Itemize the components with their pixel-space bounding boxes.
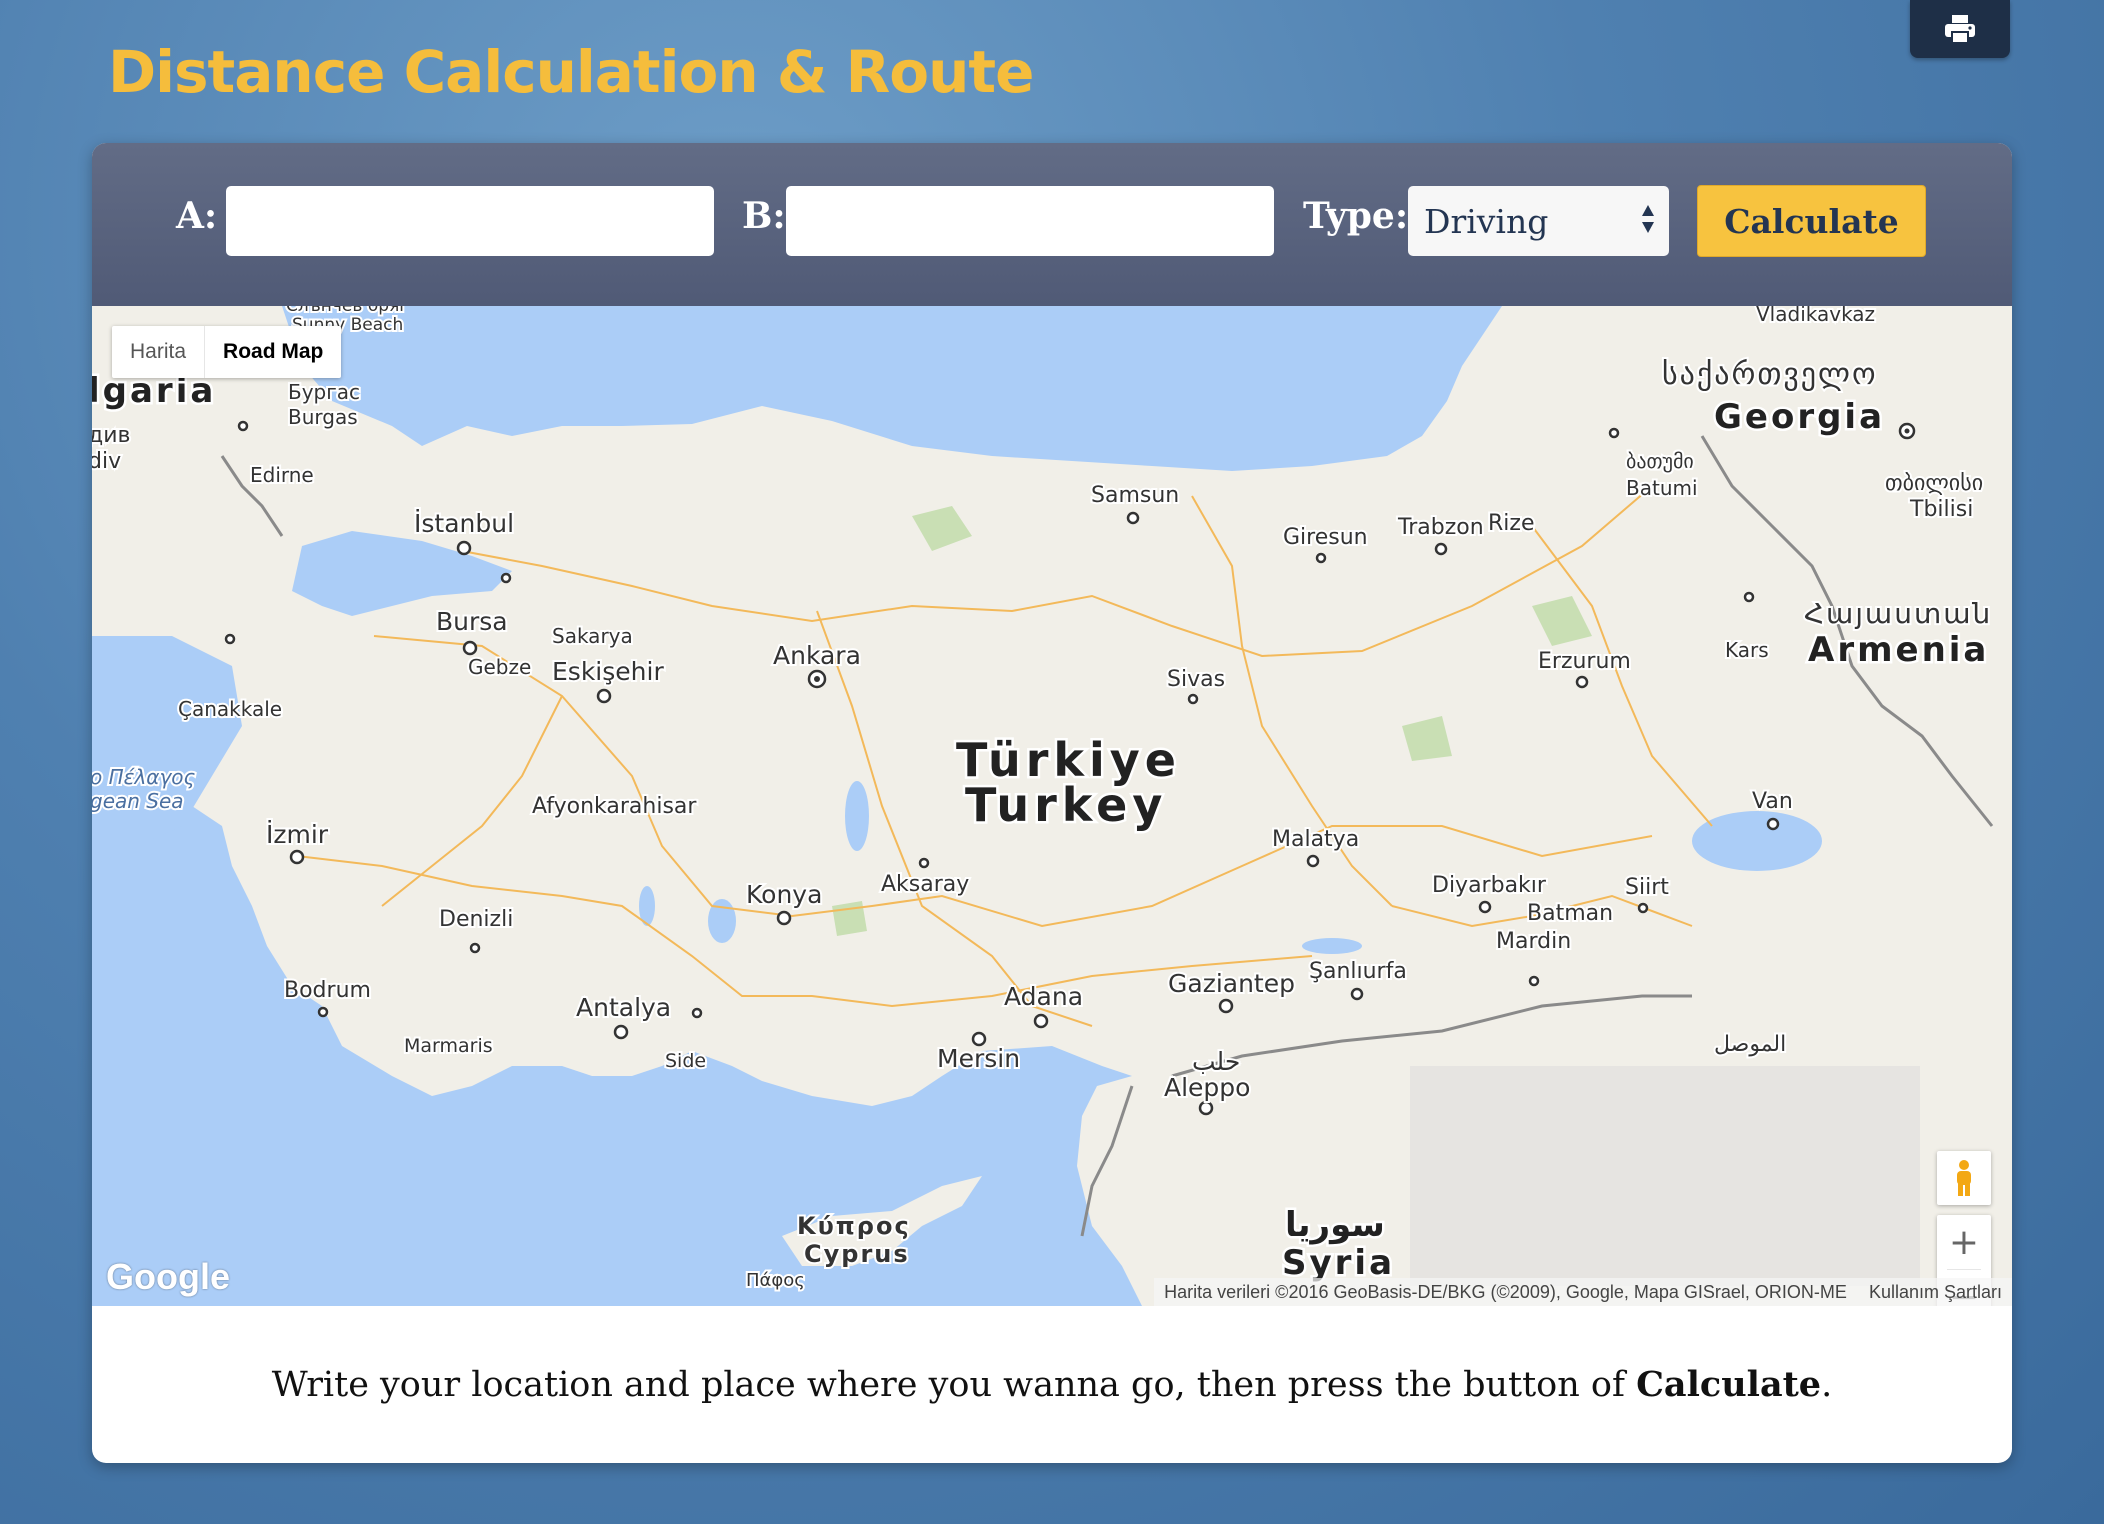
map-label-rize: Rize xyxy=(1488,511,1534,536)
map-label-siirt: Siirt xyxy=(1625,875,1669,900)
map-label-plovdiv-native: див xyxy=(92,423,130,448)
map-label-armenia-native: Հայաստան xyxy=(1804,597,1992,630)
map-label-cyprus: Cyprus xyxy=(804,1240,910,1268)
instruction-main: Write your location and place where you … xyxy=(271,1364,1637,1405)
map-label-canakkale: Çanakkale xyxy=(178,697,282,721)
map-label-bursa: Bursa xyxy=(436,607,508,636)
map-label-aegean: gean Sea xyxy=(92,789,184,813)
map-label-giresun: Giresun xyxy=(1283,525,1368,550)
map-label-georgia-native: საქართველო xyxy=(1662,357,1878,392)
map-label-sakarya: Sakarya xyxy=(552,624,633,648)
map-label-syria-native: سوريا xyxy=(1285,1205,1385,1245)
terms-link[interactable]: Kullanım Şartları xyxy=(1869,1282,2002,1303)
print-icon xyxy=(1945,15,1975,44)
map-label-samsun: Samsun xyxy=(1091,483,1179,508)
map-label-eskisehir: Eskişehir xyxy=(552,657,664,686)
map-label-bodrum: Bodrum xyxy=(284,978,371,1003)
map-label-mersin: Mersin xyxy=(937,1044,1020,1073)
map-label-tbilisi-native: თბილისი xyxy=(1885,471,1983,496)
map-label-edirne: Edirne xyxy=(250,463,314,487)
map-label-ankara: Ankara xyxy=(773,641,861,670)
page-title: Distance Calculation & Route xyxy=(108,38,1034,106)
map-forest xyxy=(832,901,867,936)
map-label-gaziantep: Gaziantep xyxy=(1168,969,1295,998)
map-label-sanliurfa: Şanlıurfa xyxy=(1309,959,1407,984)
zoom-in-button[interactable]: + xyxy=(1937,1215,1991,1269)
pegman-icon xyxy=(1957,1160,1971,1196)
map-lake-van xyxy=(1692,811,1822,871)
map-label-batumi-native: ბათუმი xyxy=(1626,449,1694,473)
map-label-burgas-native: Бургас xyxy=(288,380,360,404)
travel-type-label: Type: xyxy=(1303,195,1409,237)
map-label-mosul: الموصل xyxy=(1714,1032,1786,1057)
map-label-batumi: Batumi xyxy=(1626,476,1698,500)
map-label-side: Side xyxy=(665,1050,706,1072)
map-label-izmir: İzmir xyxy=(266,820,329,849)
map-label-istanbul: İstanbul xyxy=(414,509,514,538)
map-label-aegean-native: ο Πέλαγος xyxy=(92,765,196,789)
map-label-van: Van xyxy=(1752,789,1793,814)
map-label-aksaray: Aksaray xyxy=(881,872,969,897)
instruction-end: . xyxy=(1821,1364,1833,1405)
map-label-denizli: Denizli xyxy=(439,907,513,932)
instruction-text: Write your location and place where you … xyxy=(92,1306,2012,1463)
map-attribution: Harita verileri ©2016 GeoBasis-DE/BKG (©… xyxy=(1154,1278,2012,1306)
attribution-text: Harita verileri ©2016 GeoBasis-DE/BKG (©… xyxy=(1164,1281,1847,1302)
map-label-batman: Batman xyxy=(1527,901,1613,926)
map-label-konya: Konya xyxy=(746,880,822,909)
map-label-diyarbakir: Diyarbakır xyxy=(1432,873,1547,898)
map-type-control: Harita Road Map xyxy=(112,326,342,378)
map-type-harita[interactable]: Harita xyxy=(112,326,204,378)
map-label-vladikavkaz: Vladikavkaz xyxy=(1756,306,1875,326)
map-label-marmaris: Marmaris xyxy=(404,1035,493,1057)
destination-input[interactable] xyxy=(786,186,1274,256)
map-label-afyonkarahisar: Afyonkarahisar xyxy=(532,794,697,819)
select-arrows-icon xyxy=(1641,204,1655,234)
map-label-aleppo: Aleppo xyxy=(1164,1073,1250,1102)
instruction-bold: Calculate xyxy=(1636,1364,1822,1405)
map-type-road-map[interactable]: Road Map xyxy=(204,326,341,378)
map-lake-ataturk xyxy=(1302,938,1362,954)
origin-input[interactable] xyxy=(226,186,714,256)
map-label-antalya: Antalya xyxy=(576,993,671,1022)
destination-label: B: xyxy=(742,195,786,237)
travel-type-value: Driving xyxy=(1424,201,1549,241)
map-label-tbilisi: Tbilisi xyxy=(1909,497,1973,522)
map-label-aleppo-native: حلب xyxy=(1192,1047,1240,1076)
map-label-erzurum: Erzurum xyxy=(1538,649,1631,674)
map-label-sivas: Sivas xyxy=(1167,667,1225,692)
map-label-trabzon: Trabzon xyxy=(1397,515,1484,540)
map-overlay-panel xyxy=(1410,1066,1920,1286)
print-button[interactable] xyxy=(1910,0,2010,58)
map-label-gebze: Gebze xyxy=(468,655,531,679)
travel-type-select[interactable]: Driving xyxy=(1408,186,1669,256)
street-view-pegman[interactable] xyxy=(1937,1151,1991,1205)
map-label-burgas: Burgas xyxy=(288,405,358,429)
map-label-mardin: Mardin xyxy=(1496,929,1571,954)
origin-label: A: xyxy=(176,195,218,237)
map-label-adana: Adana xyxy=(1004,982,1083,1011)
route-map[interactable]: lgaria საქართველო Georgia Հայաստան Armen… xyxy=(92,306,2012,1306)
calculate-button[interactable]: Calculate xyxy=(1697,185,1926,257)
map-label-georgia: Georgia xyxy=(1714,397,1885,437)
map-label-syria: Syria xyxy=(1282,1243,1395,1283)
map-lake-tuz xyxy=(845,781,869,851)
map-label-plovdiv: div xyxy=(92,449,121,474)
map-label-kars: Kars xyxy=(1725,638,1769,662)
map-label-paphos: Πάφος xyxy=(746,1270,805,1291)
google-logo: Google xyxy=(106,1256,230,1297)
map-label-cyprus-native: Κύπρος xyxy=(797,1212,911,1240)
map-label-turkey: Turkey xyxy=(965,778,1167,832)
distance-card: A: B: Type: Driving Calculate lgaria საქ… xyxy=(92,143,2012,1463)
map-label-armenia: Armenia xyxy=(1808,630,1989,670)
route-form: A: B: Type: Driving Calculate xyxy=(92,143,2012,306)
map-label-malatya: Malatya xyxy=(1272,827,1359,852)
